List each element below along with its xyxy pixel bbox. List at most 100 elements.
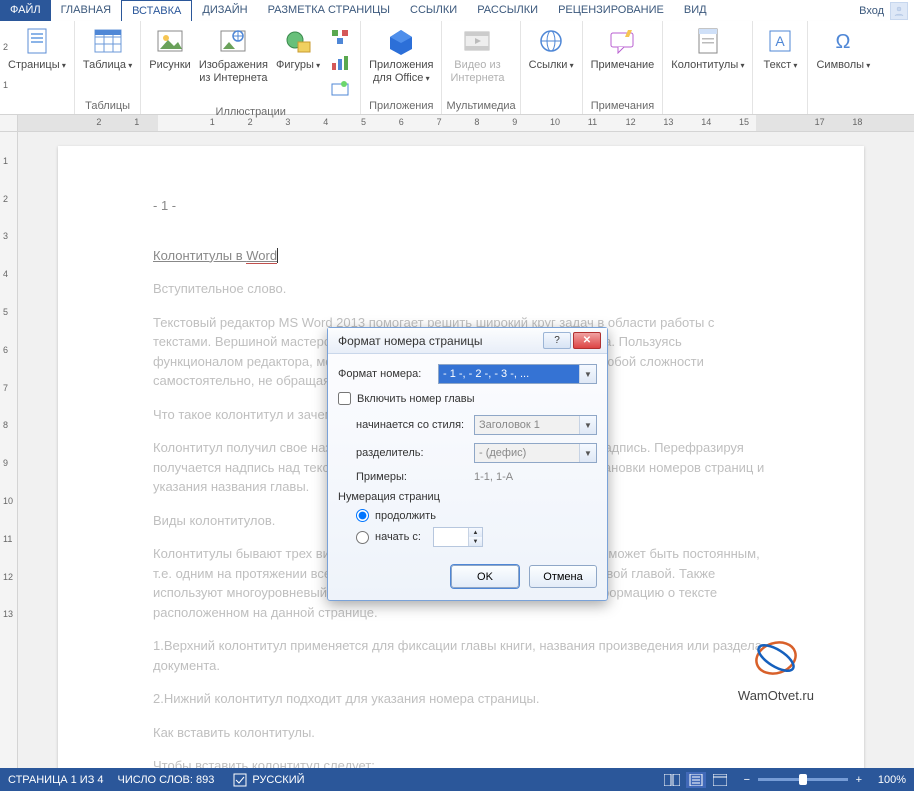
apps-button[interactable]: Приложения для Office <box>365 23 437 99</box>
shapes-button[interactable]: Фигуры <box>272 23 324 105</box>
status-page[interactable]: СТРАНИЦА 1 ИЗ 4 <box>8 774 104 786</box>
tab-links[interactable]: ССЫЛКИ <box>400 0 467 21</box>
links-button[interactable]: Ссылки <box>525 23 578 99</box>
vruler-tick: 3 <box>3 231 8 241</box>
vruler-tick: 13 <box>3 609 13 619</box>
dialog-help-button[interactable]: ? <box>543 332 571 349</box>
tab-view[interactable]: ВИД <box>674 0 717 21</box>
shapes-icon <box>282 25 314 57</box>
ruler-tick: 9 <box>512 117 517 127</box>
watermark-logo: WamOtvet.ru <box>738 636 814 705</box>
zoom-control: − + 100% <box>740 774 906 786</box>
ruler-tick: 3 <box>285 117 290 127</box>
online-images-icon <box>217 25 249 57</box>
vruler-tick: 1 <box>3 156 8 166</box>
start-at-spinner[interactable]: ▲▼ <box>433 527 483 547</box>
start-at-label: начать с: <box>375 531 421 543</box>
include-chapter-checkbox[interactable]: Включить номер главы <box>338 392 597 405</box>
tab-page-layout[interactable]: РАЗМЕТКА СТРАНИЦЫ <box>258 0 400 21</box>
vruler-tick: 8 <box>3 420 8 430</box>
screenshot-button[interactable] <box>326 77 354 103</box>
print-layout-icon[interactable] <box>686 772 706 788</box>
table-icon <box>92 25 124 57</box>
headers-button[interactable]: Колонтитулы <box>667 23 748 99</box>
symbols-button[interactable]: Ω Символы <box>812 23 874 99</box>
page-header: - 1 - <box>153 196 769 216</box>
spinner-up-icon[interactable]: ▲ <box>469 528 482 537</box>
chevron-down-icon: ▼ <box>579 365 596 383</box>
zoom-in-button[interactable]: + <box>852 774 866 786</box>
horizontal-ruler[interactable]: 211234567891011121314151718 <box>0 115 914 132</box>
ruler-tick: 7 <box>437 117 442 127</box>
ruler-tick: 15 <box>739 117 749 127</box>
chart-button[interactable] <box>326 51 354 77</box>
tab-home[interactable]: ГЛАВНАЯ <box>51 0 121 21</box>
media-group-label: Мультимедиа <box>446 99 515 114</box>
dialog-titlebar[interactable]: Формат номера страницы ? ✕ <box>328 328 607 354</box>
tab-design[interactable]: ДИЗАЙН <box>192 0 257 21</box>
include-chapter-input[interactable] <box>338 392 351 405</box>
links-icon <box>535 25 567 57</box>
doc-p9: Как вставить колонтитулы. <box>153 723 769 743</box>
vruler-tick: 10 <box>3 496 13 506</box>
tab-mailings[interactable]: РАССЫЛКИ <box>467 0 548 21</box>
text-button[interactable]: A Текст <box>757 23 803 99</box>
continue-radio[interactable]: продолжить <box>356 509 597 522</box>
separator-select: - (дефис) ▼ <box>474 443 597 463</box>
zoom-out-button[interactable]: − <box>740 774 754 786</box>
text-icon: A <box>764 25 796 57</box>
login-label: Вход <box>859 5 884 17</box>
pages-button[interactable]: Страницы <box>4 23 70 99</box>
start-at-radio[interactable]: начать с: ▲▼ <box>356 527 597 547</box>
status-words[interactable]: ЧИСЛО СЛОВ: 893 <box>118 774 215 786</box>
comment-button[interactable]: Примечание <box>587 23 659 99</box>
vruler-tick: 12 <box>3 572 13 582</box>
page-number-format-dialog: Формат номера страницы ? ✕ Формат номера… <box>327 327 608 601</box>
tab-file[interactable]: ФАЙЛ <box>0 0 51 21</box>
ruler-tick: 1 <box>134 117 139 127</box>
dialog-close-button[interactable]: ✕ <box>573 332 601 349</box>
tab-review[interactable]: РЕЦЕНЗИРОВАНИЕ <box>548 0 674 21</box>
spellcheck-icon[interactable] <box>230 772 250 788</box>
ruler-tick: 8 <box>474 117 479 127</box>
video-label: Видео из Интернета <box>450 59 504 85</box>
web-layout-icon[interactable] <box>710 772 730 788</box>
ruler-tick: 5 <box>361 117 366 127</box>
cancel-button[interactable]: Отмена <box>529 565 597 588</box>
online-images-label: Изображения из Интернета <box>199 59 268 85</box>
zoom-slider[interactable] <box>758 778 848 781</box>
zoom-thumb[interactable] <box>799 774 807 785</box>
svg-text:Ω: Ω <box>836 31 851 53</box>
ruler-tick: 18 <box>852 117 862 127</box>
online-images-button[interactable]: Изображения из Интернета <box>195 23 272 105</box>
tab-insert[interactable]: ВСТАВКА <box>121 0 192 21</box>
svg-text:A: A <box>776 33 786 49</box>
start-at-radio-input[interactable] <box>356 531 369 544</box>
table-button[interactable]: Таблица <box>79 23 136 99</box>
comment-label: Примечание <box>591 59 655 72</box>
login-area[interactable]: Вход <box>853 0 914 21</box>
headers-icon <box>692 25 724 57</box>
pictures-button[interactable]: Рисунки <box>145 23 195 105</box>
doc-p8: 2.Нижний колонтитул подходит для указани… <box>153 689 769 709</box>
doc-p1: Вступительное слово. <box>153 279 769 299</box>
ok-button[interactable]: OK <box>451 565 519 588</box>
smartart-button[interactable] <box>326 25 354 51</box>
doc-p7: 1.Верхний колонтитул применяется для фик… <box>153 636 769 675</box>
apps-label: Приложения для Office <box>369 59 433 85</box>
read-mode-icon[interactable] <box>662 772 682 788</box>
continue-radio-input[interactable] <box>356 509 369 522</box>
status-language[interactable]: РУССКИЙ <box>252 774 304 786</box>
zoom-value[interactable]: 100% <box>878 774 906 786</box>
text-label: Текст <box>764 59 798 72</box>
examples-label: Примеры: <box>356 471 474 483</box>
table-label: Таблица <box>83 59 132 72</box>
numbering-group-label: Нумерация страниц <box>338 491 597 503</box>
starts-with-label: начинается со стиля: <box>356 419 474 431</box>
pages-icon <box>21 25 53 57</box>
vertical-ruler[interactable]: 2112345678910111213 <box>0 132 18 768</box>
spinner-down-icon[interactable]: ▼ <box>469 537 482 546</box>
format-select[interactable]: - 1 -, - 2 -, - 3 -, ... ▼ <box>438 364 597 384</box>
chevron-down-icon: ▼ <box>579 444 596 462</box>
symbols-icon: Ω <box>827 25 859 57</box>
